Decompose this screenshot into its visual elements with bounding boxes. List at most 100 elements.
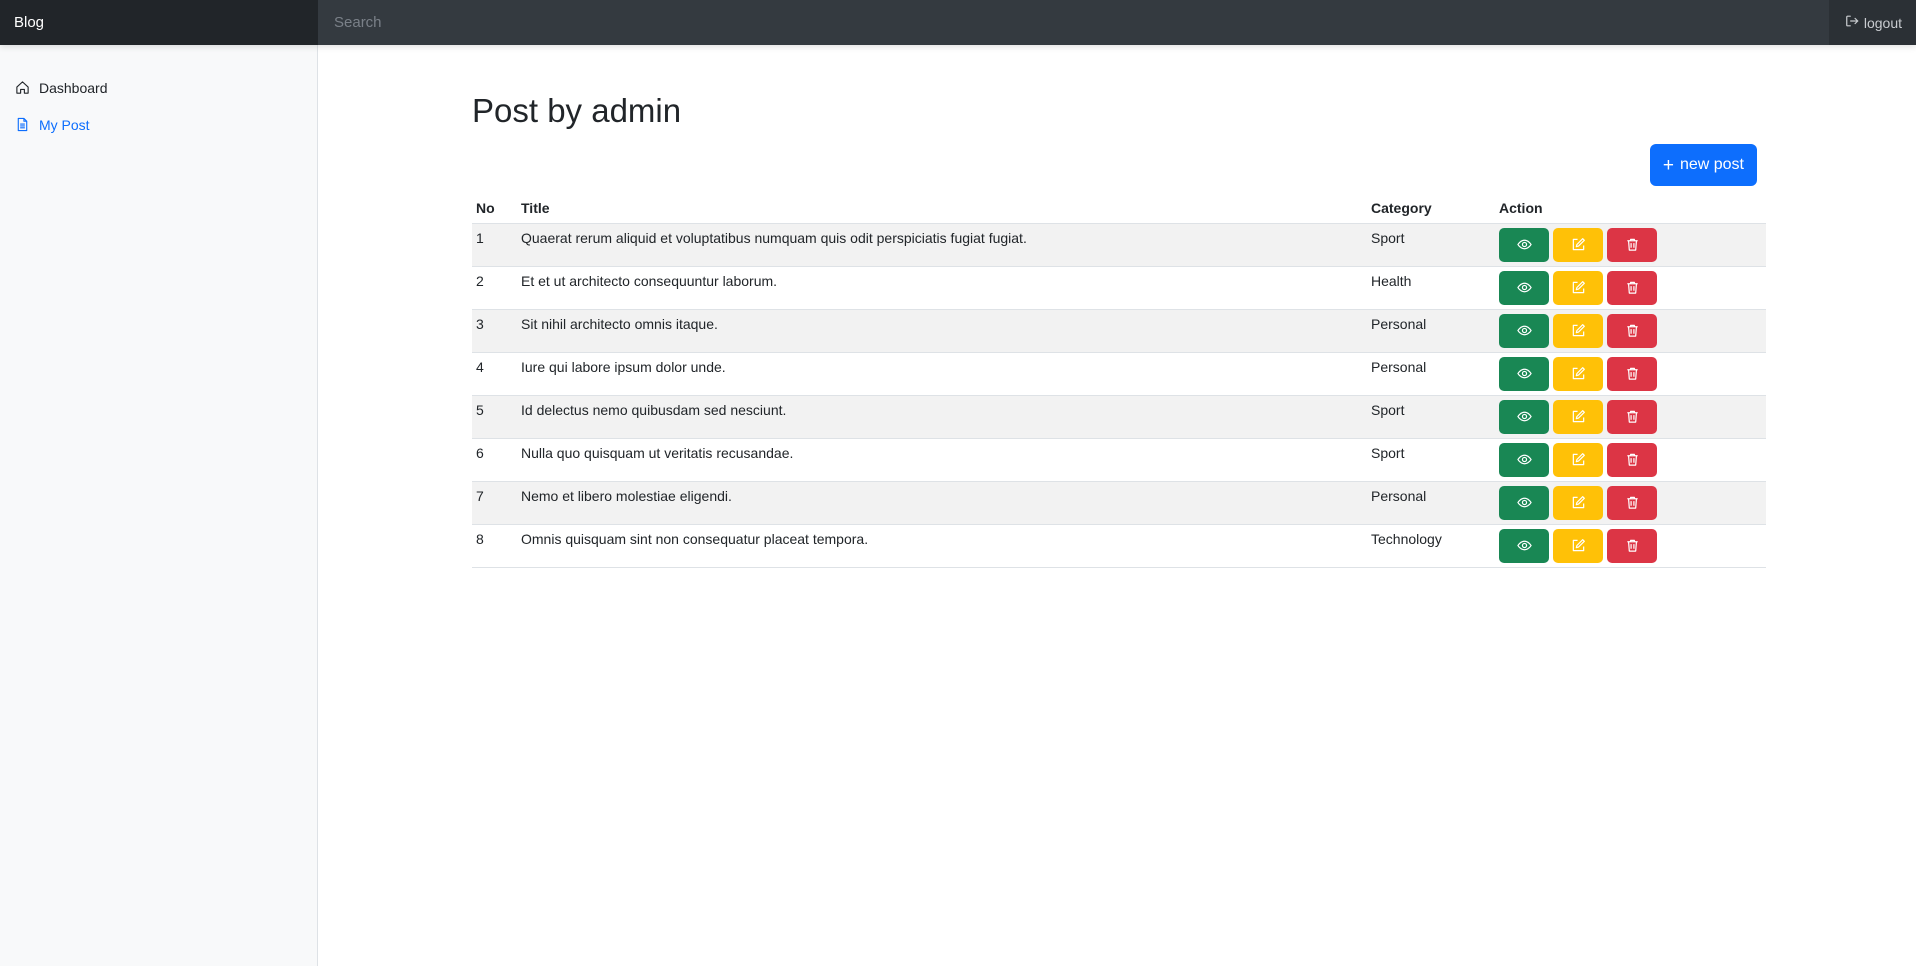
row-category: Health — [1367, 266, 1495, 310]
row-actions — [1495, 223, 1766, 267]
edit-button[interactable] — [1553, 399, 1603, 434]
trash-icon — [1625, 323, 1640, 338]
delete-button[interactable] — [1607, 399, 1657, 434]
eye-icon — [1516, 452, 1532, 467]
row-title: Et et ut architecto consequuntur laborum… — [517, 266, 1367, 310]
row-title: Nulla quo quisquam ut veritatis recusand… — [517, 438, 1367, 482]
table-row: 2 Et et ut architecto consequuntur labor… — [472, 266, 1766, 310]
row-title: Omnis quisquam sint non consequatur plac… — [517, 524, 1367, 568]
edit-icon — [1571, 237, 1586, 252]
edit-icon — [1571, 452, 1586, 467]
row-no: 1 — [472, 223, 517, 267]
sidebar: Dashboard My Post — [0, 45, 318, 966]
row-category: Sport — [1367, 223, 1495, 267]
row-actions — [1495, 266, 1766, 310]
delete-button[interactable] — [1607, 356, 1657, 391]
row-actions — [1495, 309, 1766, 353]
row-title: Id delectus nemo quibusdam sed nesciunt. — [517, 395, 1367, 439]
delete-button[interactable] — [1607, 227, 1657, 262]
plus-icon: + — [1662, 154, 1674, 176]
edit-icon — [1571, 495, 1586, 510]
home-icon — [15, 80, 31, 96]
row-no: 8 — [472, 524, 517, 568]
row-no: 5 — [472, 395, 517, 439]
row-actions — [1495, 524, 1766, 568]
delete-button[interactable] — [1607, 442, 1657, 477]
new-post-label: new post — [1679, 156, 1744, 173]
table-row: 7 Nemo et libero molestiae eligendi. Per… — [472, 481, 1766, 525]
logout-button[interactable]: logout — [1828, 0, 1916, 45]
eye-icon — [1516, 237, 1532, 252]
table-row: 5 Id delectus nemo quibusdam sed nesciun… — [472, 395, 1766, 439]
edit-button[interactable] — [1553, 313, 1603, 348]
sidebar-item-dashboard[interactable]: Dashboard — [0, 69, 317, 106]
delete-button[interactable] — [1607, 485, 1657, 520]
table-header-row: No Title Category Action — [472, 194, 1766, 224]
view-button[interactable] — [1499, 528, 1549, 563]
eye-icon — [1516, 323, 1532, 338]
table-row: 3 Sit nihil architecto omnis itaque. Per… — [472, 309, 1766, 353]
row-actions — [1495, 395, 1766, 439]
row-no: 7 — [472, 481, 517, 525]
table-row: 8 Omnis quisquam sint non consequatur pl… — [472, 524, 1766, 568]
table-row: 6 Nulla quo quisquam ut veritatis recusa… — [472, 438, 1766, 482]
edit-button[interactable] — [1553, 227, 1603, 262]
logout-label: logout — [1863, 14, 1902, 31]
row-category: Personal — [1367, 352, 1495, 396]
trash-icon — [1625, 452, 1640, 467]
edit-icon — [1571, 280, 1586, 295]
trash-icon — [1625, 538, 1640, 553]
trash-icon — [1625, 237, 1640, 252]
edit-button[interactable] — [1553, 270, 1603, 305]
column-header-category: Category — [1367, 194, 1495, 224]
view-button[interactable] — [1499, 313, 1549, 348]
view-button[interactable] — [1499, 227, 1549, 262]
column-header-no: No — [472, 194, 517, 224]
view-button[interactable] — [1499, 442, 1549, 477]
page-title: Post by admin — [472, 92, 682, 129]
logout-icon — [1845, 14, 1859, 31]
row-no: 2 — [472, 266, 517, 310]
view-button[interactable] — [1499, 399, 1549, 434]
delete-button[interactable] — [1607, 528, 1657, 563]
delete-button[interactable] — [1607, 313, 1657, 348]
view-button[interactable] — [1499, 485, 1549, 520]
edit-icon — [1571, 538, 1586, 553]
toolbar: + new post — [472, 144, 1766, 186]
row-category: Technology — [1367, 524, 1495, 568]
view-button[interactable] — [1499, 356, 1549, 391]
row-category: Sport — [1367, 395, 1495, 439]
edit-button[interactable] — [1553, 442, 1603, 477]
brand-link[interactable]: Blog — [0, 0, 318, 45]
new-post-button[interactable]: + new post — [1649, 144, 1757, 186]
row-title: Sit nihil architecto omnis itaque. — [517, 309, 1367, 353]
row-no: 3 — [472, 309, 517, 353]
trash-icon — [1625, 495, 1640, 510]
row-no: 6 — [472, 438, 517, 482]
row-category: Personal — [1367, 309, 1495, 353]
search-input[interactable] — [318, 0, 1829, 45]
row-actions — [1495, 438, 1766, 482]
table-row: 1 Quaerat rerum aliquid et voluptatibus … — [472, 223, 1766, 267]
column-header-action: Action — [1495, 194, 1766, 224]
view-button[interactable] — [1499, 270, 1549, 305]
trash-icon — [1625, 366, 1640, 381]
eye-icon — [1516, 280, 1532, 295]
main-content: Post by admin + new post No Title Catego… — [472, 45, 1766, 568]
eye-icon — [1516, 409, 1532, 424]
row-no: 4 — [472, 352, 517, 396]
edit-button[interactable] — [1553, 356, 1603, 391]
column-header-title: Title — [517, 194, 1367, 224]
edit-icon — [1571, 323, 1586, 338]
sidebar-item-label: My Post — [39, 116, 90, 133]
edit-button[interactable] — [1553, 485, 1603, 520]
row-actions — [1495, 352, 1766, 396]
trash-icon — [1625, 280, 1640, 295]
edit-button[interactable] — [1553, 528, 1603, 563]
delete-button[interactable] — [1607, 270, 1657, 305]
eye-icon — [1516, 495, 1532, 510]
row-category: Sport — [1367, 438, 1495, 482]
row-title: Iure qui labore ipsum dolor unde. — [517, 352, 1367, 396]
sidebar-item-my-post[interactable]: My Post — [0, 106, 317, 143]
eye-icon — [1516, 366, 1532, 381]
